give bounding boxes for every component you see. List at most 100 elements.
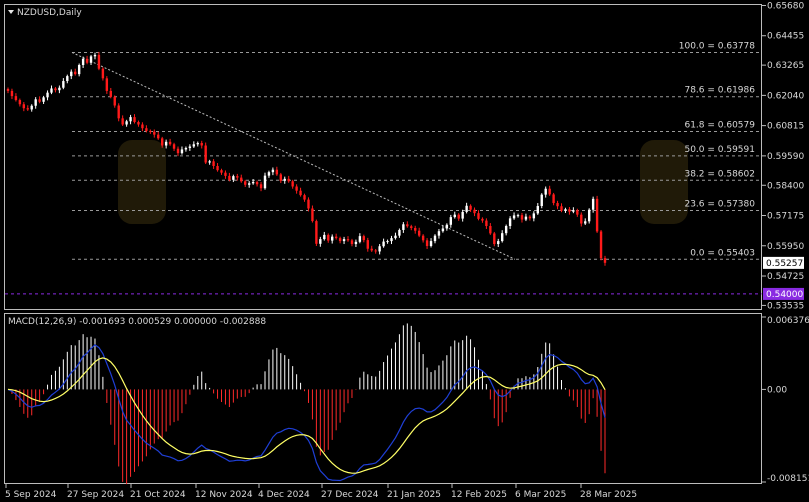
candle-body — [449, 217, 453, 225]
candle-body — [315, 221, 318, 244]
candle-body — [157, 134, 160, 139]
candle-body — [548, 188, 551, 195]
candle-body — [263, 175, 267, 189]
candle-body — [58, 87, 61, 91]
candle-body — [504, 226, 508, 234]
candle-body — [501, 233, 504, 242]
candle-body — [433, 235, 437, 242]
candle-body — [421, 235, 425, 241]
candle-body — [587, 209, 591, 222]
candle-body — [54, 88, 57, 91]
candle-body — [453, 214, 456, 218]
candle-body — [85, 58, 89, 63]
candle-body — [552, 194, 555, 204]
candle-body — [180, 149, 184, 154]
candle-body — [89, 56, 93, 63]
price-axis-label: 0.65680 — [767, 1, 804, 11]
candle-body — [386, 241, 389, 243]
candle-body — [267, 172, 271, 176]
candle-body — [544, 188, 547, 195]
candle-body — [251, 182, 255, 184]
candle-body — [6, 88, 10, 91]
candle-body — [572, 210, 575, 212]
candle-body — [30, 105, 33, 110]
candle-body — [34, 99, 37, 106]
candle-body — [228, 175, 231, 180]
candle-body — [338, 238, 342, 242]
candle-body — [275, 169, 279, 175]
candle-body — [390, 238, 393, 242]
candle-body — [595, 198, 599, 232]
fib-level-label: 61.8 = 0.60579 — [684, 120, 755, 130]
candle-body — [445, 224, 449, 229]
candle-body — [160, 138, 164, 146]
candle-body — [81, 58, 85, 65]
candle-body — [378, 246, 381, 252]
time-axis-label: 27 Sep 2024 — [67, 490, 124, 500]
candle-body — [429, 241, 433, 247]
fib-level-label: 38.2 = 0.58602 — [684, 169, 755, 179]
candle-body — [350, 240, 354, 245]
candle-body — [532, 213, 536, 219]
candle-body — [62, 81, 65, 88]
candle-body — [394, 235, 397, 239]
candle-body — [10, 90, 14, 97]
candle-body — [164, 141, 168, 146]
candle-body — [97, 54, 101, 69]
candle-body — [425, 240, 429, 247]
time-axis-label: 6 Mar 2025 — [515, 490, 566, 500]
candle-body — [38, 99, 41, 102]
time-axis-label: 28 Mar 2025 — [580, 490, 637, 500]
candle-body — [188, 146, 192, 148]
time-axis-label: 27 Dec 2024 — [321, 490, 379, 500]
candle-body — [457, 214, 460, 219]
macd-title: MACD(12,26,9) -0.001693 0.000529 0.00000… — [8, 317, 266, 327]
price-axis-label: 0.58400 — [767, 181, 804, 191]
candle-body — [145, 128, 148, 131]
candle-body — [295, 186, 298, 191]
candle-body — [204, 145, 207, 163]
candle-body — [232, 176, 235, 180]
price-axis-label: 0.53535 — [767, 301, 804, 311]
price-axis-label: 0.62040 — [767, 91, 804, 101]
candle-body — [568, 209, 571, 212]
candle-body — [382, 241, 385, 247]
candle-body — [208, 161, 211, 163]
macd-axis-label: 0.006376 — [767, 316, 809, 326]
candle-body — [481, 218, 484, 221]
candle-body — [137, 122, 140, 125]
candle-body — [291, 181, 294, 187]
candle-body — [77, 64, 81, 75]
candle-body — [279, 174, 283, 181]
candle-body — [461, 211, 464, 219]
candle-body — [330, 236, 334, 241]
price-axis-label: 0.60815 — [767, 122, 804, 132]
candle-body — [109, 90, 112, 97]
candle-body — [70, 71, 73, 77]
candle-body — [244, 181, 247, 185]
candle-body — [303, 195, 306, 200]
candle-body — [216, 166, 219, 171]
candle-body — [508, 218, 512, 227]
candle-body — [528, 216, 532, 219]
candle-body — [66, 76, 69, 82]
candle-body — [334, 236, 338, 239]
candle-body — [121, 118, 124, 125]
candle-body — [224, 172, 227, 176]
chart-window[interactable]: 100.0 = 0.63778 78.6 = 0.61986 61.8 = 0.60… — [0, 0, 809, 502]
candle-body — [311, 208, 314, 222]
candle-body — [176, 148, 180, 154]
candle-body — [576, 210, 579, 215]
candle-body — [101, 68, 105, 79]
candle-body — [212, 161, 215, 167]
candle-body — [247, 183, 251, 185]
candle-body — [516, 215, 520, 217]
chart-title: NZDUSD,Daily — [17, 8, 82, 18]
price-axis-label: 0.54725 — [767, 272, 804, 282]
candle-body — [402, 224, 405, 230]
candle-body — [564, 209, 567, 211]
candle-body — [327, 234, 330, 241]
candle-body — [603, 258, 607, 263]
candle-body — [536, 206, 539, 214]
candle-body — [141, 124, 144, 129]
